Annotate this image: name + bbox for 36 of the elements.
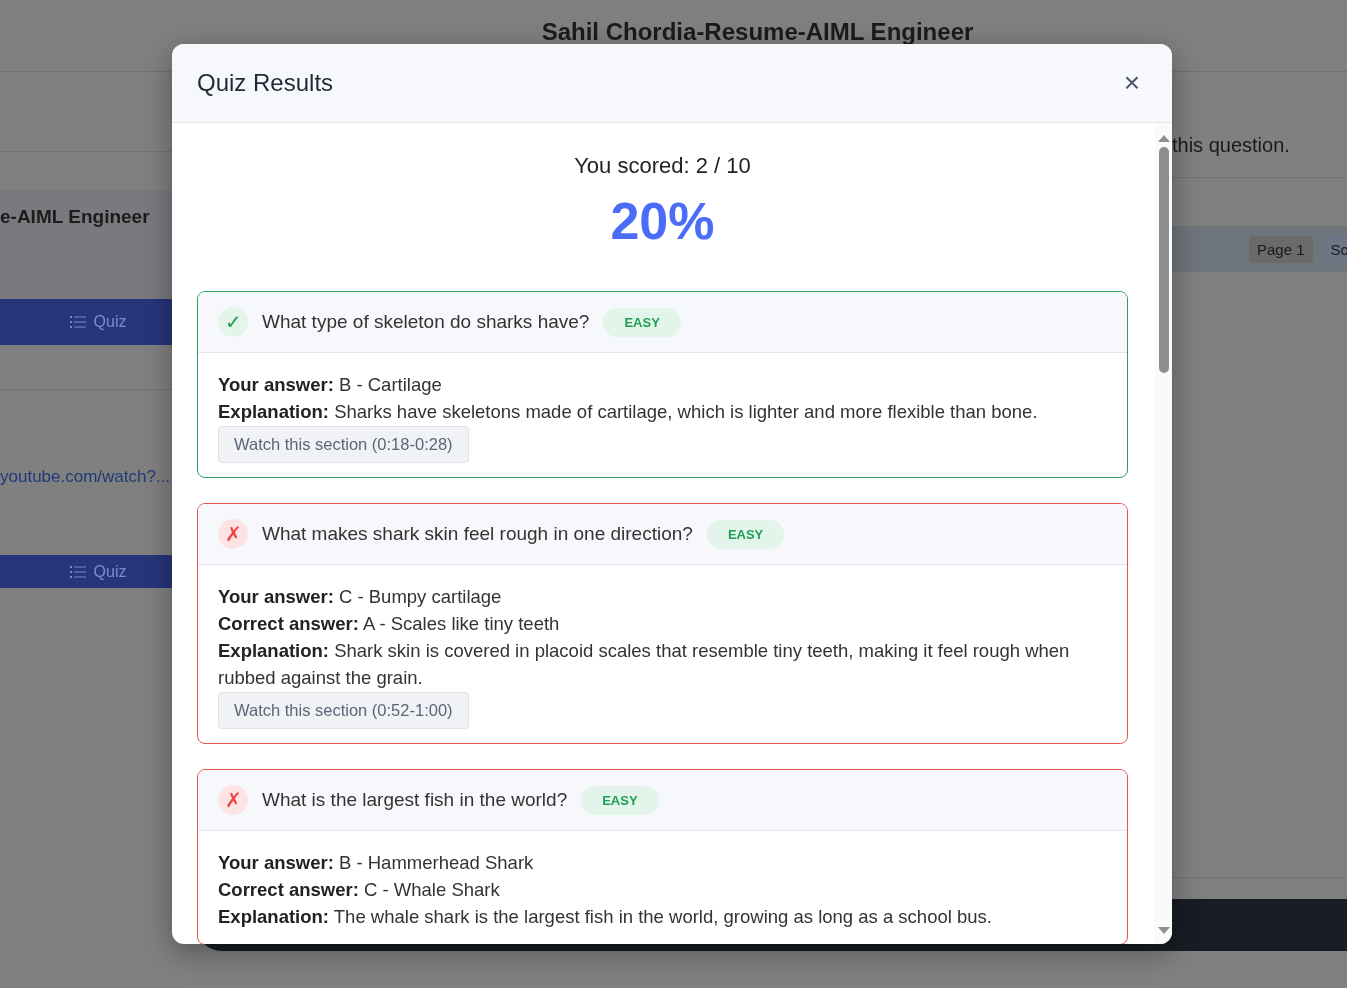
cross-icon: ✗ bbox=[218, 785, 248, 815]
page-title: Sahil Chordia-Resume-AIML Engineer bbox=[541, 18, 974, 46]
list-icon bbox=[69, 565, 86, 578]
video-link[interactable]: youtube.com/watch?... bbox=[0, 467, 172, 487]
quiz-button[interactable]: Quiz bbox=[0, 555, 172, 588]
document-title: e-AIML Engineer bbox=[0, 206, 151, 228]
question-text: What makes shark skin feel rough in one direction? bbox=[262, 523, 693, 545]
watch-section-button[interactable]: Watch this section (0:18-0:28) bbox=[218, 426, 469, 463]
answer-line: Your answer: B - Cartilage bbox=[218, 373, 443, 397]
difficulty-badge: EASY bbox=[581, 785, 659, 815]
answer-line: Your answer: C - Bumpy cartilage bbox=[218, 585, 503, 609]
question-text: this question. bbox=[1172, 134, 1290, 157]
scroll-down-icon[interactable] bbox=[1157, 926, 1170, 936]
score-text: You scored: 2 / 10 bbox=[573, 153, 752, 179]
check-icon: ✓ bbox=[218, 307, 248, 337]
quiz-button[interactable]: Quiz bbox=[0, 299, 172, 345]
question-text: What is the largest fish in the world? bbox=[262, 789, 568, 811]
difficulty-badge: EASY bbox=[603, 307, 681, 337]
scroll-up-icon[interactable] bbox=[1157, 133, 1170, 143]
answer-line: Correct answer: A - Scales like tiny teeth bbox=[218, 612, 561, 636]
dialog-title: Quiz Results bbox=[197, 69, 334, 97]
question-text: What type of skeleton do sharks have? bbox=[262, 311, 590, 333]
list-icon bbox=[69, 316, 86, 328]
answer-line: Your answer: B - Hammerhead Shark bbox=[218, 851, 535, 875]
answer-line: Explanation: Shark skin is covered in placoid scales that resemble tiny teeth, making it feel rough when rubbed against the grain. bbox=[218, 639, 1071, 690]
cross-icon: ✗ bbox=[218, 519, 248, 549]
watch-section-button[interactable]: Watch this section (0:52-1:00) bbox=[218, 692, 469, 729]
close-button[interactable]: × bbox=[1117, 69, 1146, 97]
score-percent: 20% bbox=[609, 191, 716, 251]
difficulty-badge: EASY bbox=[706, 519, 785, 549]
page-chip[interactable]: Sc bbox=[1322, 235, 1347, 263]
page-chip[interactable]: Page 1 bbox=[1249, 235, 1313, 263]
answer-line: Explanation: The whale shark is the largest fish in the world, growing as long as a school bus. bbox=[218, 905, 993, 929]
answer-line: Explanation: Sharks have skeletons made of cartilage, which is lighter and more flexible than bone. bbox=[218, 400, 1039, 424]
answer-line: Correct answer: C - Whale Shark bbox=[218, 878, 501, 902]
scroll-thumb[interactable] bbox=[1158, 147, 1169, 373]
